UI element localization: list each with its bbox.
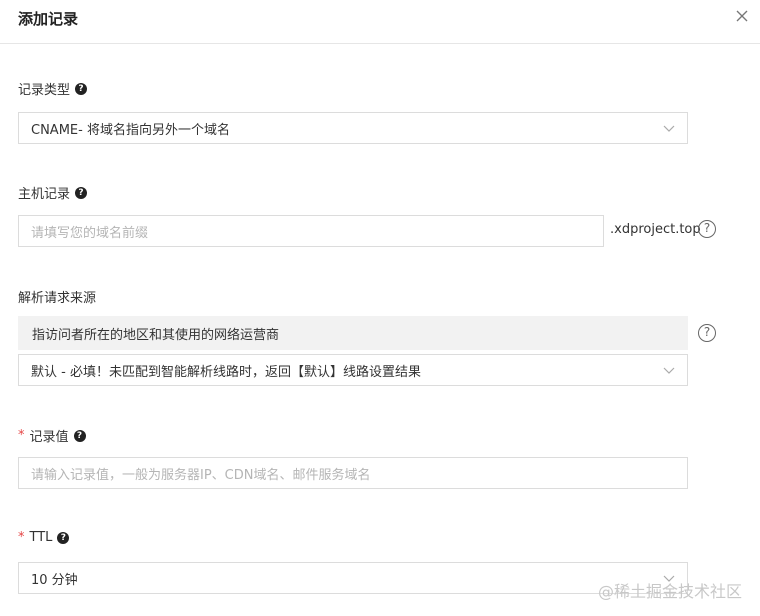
- domain-suffix: .xdproject.top: [610, 222, 701, 237]
- question-circle-icon[interactable]: ?: [698, 220, 716, 238]
- chevron-down-icon: [663, 367, 675, 374]
- record-value-label: * 记录值 ?: [18, 426, 86, 445]
- resolution-line-select[interactable]: 默认 - 必填！未匹配到智能解析线路时，返回【默认】线路设置结果: [18, 354, 688, 386]
- dialog-title: 添加记录: [18, 10, 79, 28]
- resolution-source-info: 指访问者所在的地区和其使用的网络运营商: [18, 316, 688, 350]
- ttl-label: * TTL ?: [18, 530, 70, 545]
- close-icon[interactable]: [734, 8, 750, 24]
- chevron-down-icon: [663, 125, 675, 132]
- help-icon[interactable]: ?: [73, 429, 86, 442]
- record-value-input[interactable]: 请输入记录值，一般为服务器IP、CDN域名、邮件服务域名: [18, 457, 688, 489]
- help-icon[interactable]: ?: [75, 186, 88, 199]
- host-record-label: 主机记录 ?: [18, 183, 88, 202]
- help-icon[interactable]: ?: [75, 82, 88, 95]
- host-record-input[interactable]: 请填写您的域名前缀: [18, 215, 604, 247]
- record-type-label: 记录类型 ?: [18, 79, 88, 98]
- watermark: @稀土掘金技术社区: [597, 582, 742, 601]
- record-type-select[interactable]: CNAME- 将域名指向另外一个域名: [18, 112, 688, 144]
- help-icon[interactable]: ?: [57, 531, 70, 544]
- required-mark: *: [18, 530, 25, 545]
- required-mark: *: [18, 428, 25, 443]
- question-circle-icon[interactable]: ?: [698, 324, 716, 342]
- dialog-header: 添加记录: [0, 0, 760, 44]
- resolution-source-label: 解析请求来源: [18, 291, 97, 306]
- ttl-select[interactable]: 10 分钟: [18, 562, 688, 594]
- add-record-dialog: 添加记录 记录类型 ? CNAME- 将域名指向另外一个域名 主机记录 ? 请填…: [0, 0, 760, 616]
